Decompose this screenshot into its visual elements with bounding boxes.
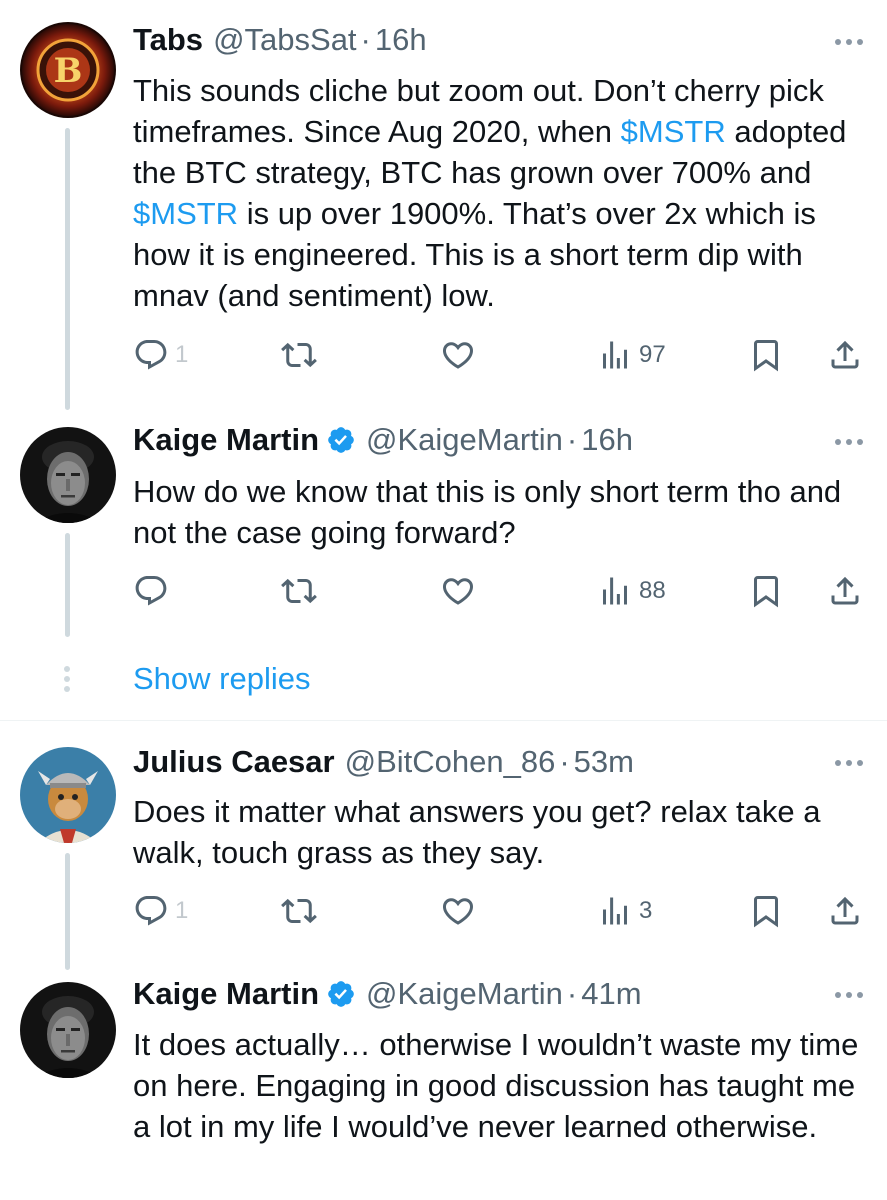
author-handle[interactable]: @KaigeMartin <box>366 972 563 1016</box>
more-icon[interactable] <box>833 989 865 1001</box>
tweet-kaige-2[interactable]: Kaige Martin @KaigeMartin · 41m It does … <box>0 0 887 1200</box>
replies-thread: B Tabs @TabsSat · 16h This sounds cliche… <box>0 0 887 1200</box>
tweet-header: Kaige Martin @KaigeMartin · 41m <box>133 972 642 1016</box>
tweet-text: It does actually… otherwise I wouldn’t w… <box>133 1027 859 1144</box>
author-name[interactable]: Kaige Martin <box>133 972 319 1016</box>
separator-dot: · <box>566 976 578 1011</box>
portrait-avatar[interactable] <box>20 982 116 1078</box>
timestamp[interactable]: 41m <box>581 972 641 1016</box>
verified-badge-icon <box>326 979 356 1009</box>
